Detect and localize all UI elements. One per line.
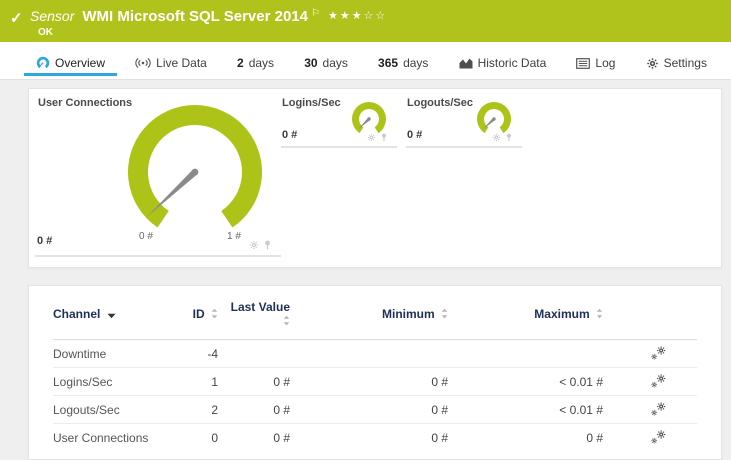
tab-number: 365 [378, 56, 399, 70]
channel-minimum: 0 # [431, 431, 448, 445]
edit-channel-icon[interactable] [650, 373, 667, 390]
channel-last-value: 0 # [273, 402, 290, 417]
channel-id: 0 [211, 431, 218, 445]
sort-icon [596, 308, 603, 318]
mini-gauge-value: 0 # [407, 129, 423, 141]
divider [406, 146, 522, 148]
channel-name[interactable]: Logouts/Sec [53, 403, 173, 417]
log-list-icon [576, 57, 591, 69]
column-header-maximum[interactable]: Maximum [448, 307, 603, 321]
tab-number: 2 [237, 56, 244, 70]
divider [35, 255, 281, 257]
channel-gear-icon[interactable] [249, 240, 259, 250]
tab-label: Live Data [156, 56, 207, 70]
status-check-icon: ✓ [10, 10, 23, 27]
sort-icon [211, 308, 218, 318]
column-label: Channel [53, 306, 101, 321]
gear-icon [646, 57, 659, 69]
broadcast-icon [135, 58, 151, 68]
tab-settings[interactable]: Settings [634, 56, 719, 79]
channel-maximum: 0 # [586, 431, 603, 445]
channel-name[interactable]: Downtime [53, 347, 173, 361]
channel-id: 1 [211, 374, 218, 389]
column-label: ID [192, 306, 205, 321]
channel-gear-icon[interactable] [367, 133, 376, 142]
tab-label: Settings [663, 56, 707, 70]
column-header-minimum[interactable]: Minimum [290, 307, 448, 321]
table-header-row: Channel ID Last Value Minimum Maximum [53, 288, 697, 340]
user-connections-gauge [128, 105, 262, 228]
tab-label: days [322, 56, 348, 70]
flag-icon[interactable]: ⚐ [311, 8, 320, 19]
tab-30-days[interactable]: 30 days [292, 56, 360, 79]
main-gauge-title: User Connections [38, 97, 133, 109]
pin-icon[interactable] [380, 133, 388, 142]
column-label: Last Value [230, 299, 290, 314]
logouts-per-sec-gauge [477, 101, 511, 134]
divider [281, 146, 397, 148]
channel-last-value: 0 # [273, 374, 290, 389]
sort-icon [441, 308, 448, 318]
page-title: WMI Microsoft SQL Server 2014 [82, 8, 308, 25]
column-label: Minimum [381, 306, 435, 321]
tab-label: days [248, 56, 275, 70]
channels-panel: Channel ID Last Value Minimum Maximum Do… [28, 285, 722, 460]
main-gauge-value: 0 # [37, 235, 53, 247]
column-header-id[interactable]: ID [173, 307, 218, 321]
sensor-kind-label: Sensor [30, 8, 75, 24]
main-gauge-scale-min: 0 # [139, 231, 153, 242]
column-header-last-value[interactable]: Last Value [218, 300, 290, 328]
tab-label: Log [595, 56, 616, 70]
tab-label: days [403, 56, 429, 70]
tab-365-days[interactable]: 365 days [366, 56, 440, 79]
channel-id: -4 [207, 346, 218, 361]
channel-maximum: < 0.01 # [559, 402, 603, 417]
area-chart-icon [459, 58, 473, 69]
logins-per-sec-gauge [352, 101, 386, 134]
channel-name[interactable]: Logins/Sec [53, 375, 173, 389]
tab-2-days[interactable]: 2 days [225, 56, 286, 79]
pin-icon[interactable] [505, 133, 513, 142]
table-row: Logins/Sec 1 0 # 0 # < 0.01 # [53, 368, 697, 396]
channel-minimum: 0 # [431, 402, 448, 417]
edit-channel-icon[interactable] [650, 429, 667, 446]
status-badge: OK [38, 27, 53, 38]
mini-gauge-title: Logins/Sec [282, 97, 341, 109]
tab-label: Overview [55, 56, 106, 70]
tab-overview[interactable]: Overview [24, 56, 118, 79]
edit-channel-icon[interactable] [650, 345, 667, 362]
channel-last-value: 0 # [273, 431, 290, 445]
channel-maximum: < 0.01 # [559, 374, 603, 389]
table-row: User Connections 0 0 # 0 # 0 # [53, 424, 697, 452]
channel-minimum: 0 # [431, 374, 448, 389]
column-label: Maximum [534, 306, 590, 321]
tab-bar: Overview Live Data 2 days 30 days 365 da… [0, 42, 731, 80]
gauge-icon [36, 56, 50, 69]
pin-icon[interactable] [263, 240, 272, 250]
channel-id: 2 [211, 402, 218, 417]
channel-name[interactable]: User Connections [53, 431, 173, 445]
table-row: Downtime -4 [53, 340, 697, 368]
tab-label: Historic Data [477, 56, 547, 70]
tab-number: 30 [304, 56, 318, 70]
sensor-header: ✓ Sensor WMI Microsoft SQL Server 2014 ⚐… [0, 0, 731, 42]
gauges-panel: User Connections 0 # 0 # 1 # Logins/Sec … [28, 88, 722, 268]
mini-gauge-title: Logouts/Sec [407, 97, 474, 109]
main-gauge-scale-max: 1 # [227, 231, 241, 242]
table-row: Logouts/Sec 2 0 # 0 # < 0.01 # [53, 396, 697, 424]
mini-gauge-value: 0 # [282, 129, 298, 141]
tab-historic-data[interactable]: Historic Data [447, 56, 559, 79]
edit-channel-icon[interactable] [650, 401, 667, 418]
sort-icon [283, 315, 290, 325]
column-header-channel[interactable]: Channel [53, 307, 173, 321]
sort-desc-icon [107, 313, 116, 318]
priority-stars[interactable]: ★★★☆☆ [328, 9, 387, 22]
channel-gear-icon[interactable] [492, 133, 501, 142]
tab-live-data[interactable]: Live Data [123, 56, 219, 79]
tab-log[interactable]: Log [564, 56, 627, 79]
